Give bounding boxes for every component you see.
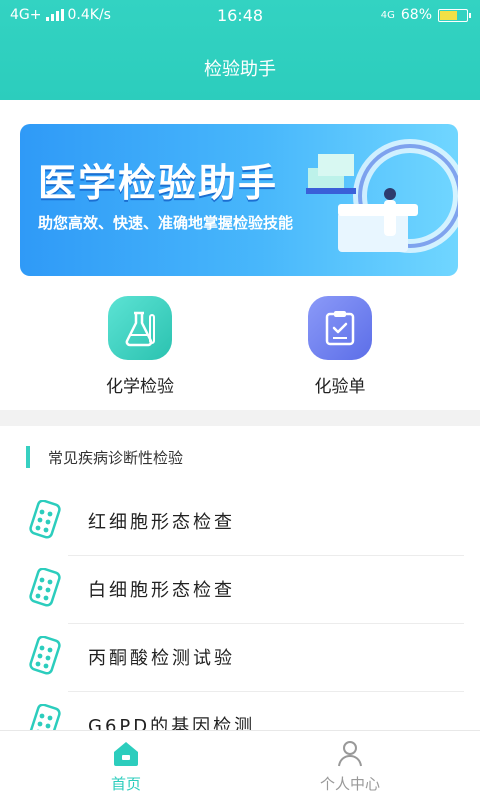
section-title: 常见疾病诊断性检验: [48, 448, 184, 467]
nav-home[interactable]: 首页: [66, 739, 186, 794]
lab-illustration-icon: [306, 139, 458, 253]
entry-chemistry[interactable]: 化学检验: [70, 296, 210, 397]
list-item[interactable]: 红细胞形态检查: [0, 488, 480, 556]
section-accent-bar: [26, 446, 30, 468]
pill-pack-icon: [29, 500, 61, 539]
pill-pack-icon: [29, 568, 61, 607]
entry-lab-report-label: 化验单: [314, 377, 366, 397]
flask-icon: [108, 296, 172, 360]
list-item-label: 红细胞形态检查: [88, 512, 235, 533]
app-header: 4G+ 0.4K/s 16:48 4G 68% 检验助手: [0, 0, 480, 100]
banner-title: 医学检验助手: [38, 161, 279, 205]
battery-icon: [438, 8, 471, 22]
battery-percent: 68%: [400, 7, 432, 23]
entry-chemistry-label: 化学检验: [106, 377, 174, 397]
nav-profile[interactable]: 个人中心: [290, 739, 410, 794]
list-item-label: 丙酮酸检测试验: [88, 648, 235, 669]
section-header: 常见疾病诊断性检验: [26, 446, 183, 468]
entry-lab-report[interactable]: 化验单: [270, 296, 410, 397]
page-title: 检验助手: [204, 59, 276, 80]
nav-home-label: 首页: [110, 775, 141, 793]
pill-pack-icon: [29, 636, 61, 675]
section-divider: [0, 410, 480, 426]
banner-subtitle: 助您高效、快速、准确地掌握检验技能: [38, 214, 294, 232]
user-icon: [338, 741, 362, 767]
bottom-nav: 首页 个人中心: [0, 730, 480, 800]
list-item[interactable]: 丙酮酸检测试验: [0, 624, 480, 692]
home-icon: [114, 742, 138, 766]
clipboard-check-icon: [308, 296, 372, 360]
nav-profile-label: 个人中心: [319, 775, 380, 793]
status-bar: 4G+ 0.4K/s 16:48 4G 68%: [0, 0, 480, 32]
hero-banner[interactable]: 医学检验助手 助您高效、快速、准确地掌握检验技能: [20, 124, 458, 276]
list-item[interactable]: 白细胞形态检查: [0, 556, 480, 624]
network-right-label: 4G: [380, 9, 395, 21]
list-item-label: 白细胞形态检查: [88, 580, 235, 601]
